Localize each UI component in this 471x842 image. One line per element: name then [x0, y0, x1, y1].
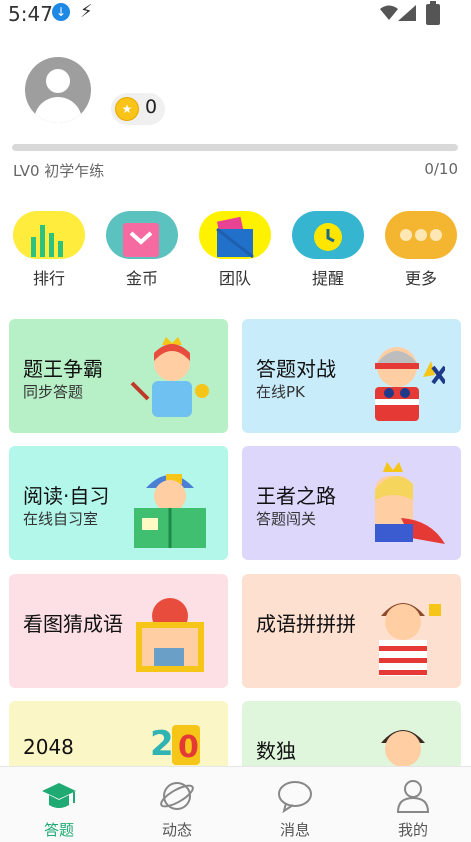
svg-text:2: 2 — [150, 724, 174, 764]
card-title: 答题对战 — [256, 357, 336, 381]
coin-balance[interactable]: ★ 0 — [111, 93, 165, 125]
card-quiz-battle[interactable]: 答题对战 在线PK — [242, 319, 461, 433]
nav-label: 我的 — [397, 821, 428, 839]
card-subtitle: 答题闯关 — [256, 510, 317, 528]
envelope-icon — [123, 223, 159, 257]
menu-item-rank[interactable]: 排行 — [13, 211, 85, 288]
menu-label: 排行 — [32, 269, 65, 288]
menu-item-more[interactable]: 更多 — [385, 211, 457, 288]
battery-icon — [426, 1, 440, 25]
chat-bubble-icon — [278, 781, 312, 813]
card-title: 看图猜成语 — [23, 612, 123, 636]
menu-item-reminder[interactable]: 提醒 — [292, 211, 364, 288]
avatar-head — [46, 69, 70, 93]
trophy-character-illustration — [130, 337, 209, 417]
card-title: 2048 — [23, 735, 74, 759]
card-idiom-puzzle[interactable]: 成语拼拼拼 — [242, 574, 461, 688]
card-picture-idiom[interactable]: 看图猜成语 — [9, 574, 228, 688]
menu-item-team[interactable]: 团队 — [199, 211, 271, 288]
status-time: 5:47 — [8, 2, 53, 26]
planet-icon — [160, 782, 194, 810]
card-title: 题王争霸 — [23, 357, 103, 381]
menu-bubble — [385, 211, 457, 259]
nav-label: 动态 — [161, 821, 192, 839]
signal-icon — [398, 5, 416, 21]
crowned-hero-illustration — [375, 462, 445, 544]
menu-label: 更多 — [404, 269, 437, 288]
clock-icon — [314, 223, 342, 251]
reading-student-illustration — [134, 474, 206, 548]
nav-label: 答题 — [43, 821, 74, 839]
more-icon — [400, 229, 442, 241]
menu-label: 团队 — [218, 269, 251, 288]
bottom-navigation: 答题 动态 消息 我的 — [0, 766, 471, 842]
download-icon: ↓ — [52, 3, 70, 21]
person-icon — [396, 780, 430, 813]
nav-tab-quiz[interactable]: 答题 — [0, 767, 118, 842]
card-subtitle: 在线自习室 — [23, 510, 99, 528]
card-title: 王者之路 — [256, 484, 336, 508]
status-bar: 5:47 ↓ ⚡ — [0, 0, 471, 28]
pk-fighter-illustration — [375, 347, 445, 421]
card-subtitle: 在线PK — [256, 383, 305, 401]
menu-label: 金币 — [125, 269, 158, 288]
level-label: LV0 初学乍练 — [13, 162, 105, 180]
card-subtitle: 同步答题 — [23, 383, 84, 401]
picture-frame-illustration — [136, 598, 204, 672]
puzzle-character-illustration — [379, 603, 441, 676]
card-title: 数独 — [256, 739, 296, 763]
menu-label: 提醒 — [311, 269, 344, 288]
nav-tab-profile[interactable]: 我的 — [354, 767, 471, 842]
menu-bubble — [292, 211, 364, 259]
nav-tab-messages[interactable]: 消息 — [236, 767, 354, 842]
coin-count: 0 — [145, 96, 158, 118]
card-quiz-king[interactable]: 题王争霸 同步答题 — [9, 319, 228, 433]
menu-bubble — [106, 211, 178, 259]
xp-count: 0/10 — [424, 160, 458, 178]
avatar-body — [34, 97, 82, 123]
menu-bubble — [199, 211, 271, 259]
chart-icon — [31, 225, 63, 257]
wifi-icon — [380, 5, 398, 20]
coin-icon: ★ — [115, 97, 139, 121]
nav-label: 消息 — [279, 821, 310, 839]
card-king-road[interactable]: 王者之路 答题闯关 — [242, 446, 461, 560]
card-title: 阅读·自习 — [23, 484, 110, 508]
card-reading[interactable]: 阅读·自习 在线自习室 — [9, 446, 228, 560]
xp-progress-bar — [12, 144, 458, 151]
avatar[interactable] — [25, 57, 91, 123]
graduation-cap-icon — [42, 783, 76, 808]
menu-item-coins[interactable]: 金币 — [106, 211, 178, 288]
running-icon: ⚡ — [80, 1, 93, 22]
book-icon — [216, 216, 254, 259]
menu-bubble — [13, 211, 85, 259]
card-title: 成语拼拼拼 — [256, 612, 356, 636]
nav-tab-feed[interactable]: 动态 — [118, 767, 236, 842]
svg-text:0: 0 — [178, 730, 199, 765]
